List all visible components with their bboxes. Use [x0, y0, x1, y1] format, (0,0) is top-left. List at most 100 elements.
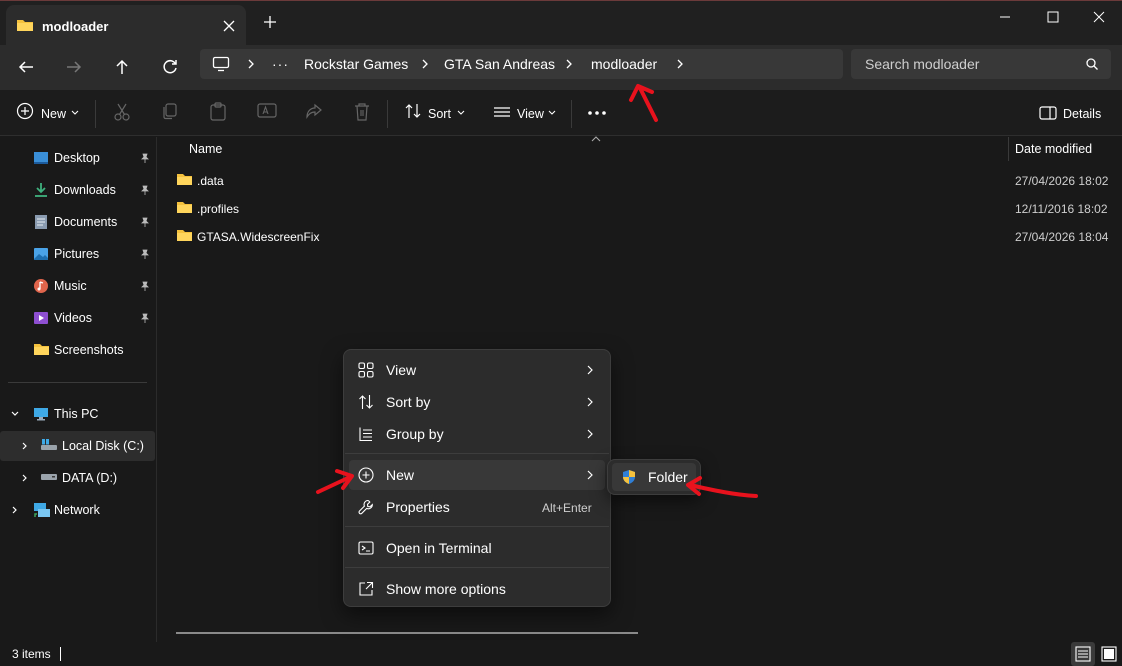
refresh-icon[interactable]	[158, 55, 182, 79]
pin-icon[interactable]	[140, 313, 150, 323]
pin-icon[interactable]	[140, 281, 150, 291]
menu-item-sort-by[interactable]: Sort by	[349, 387, 605, 417]
file-date: 27/04/2026 18:02	[1015, 174, 1109, 188]
file-row[interactable]: .profiles 12/11/2016 18:02	[174, 194, 1122, 222]
file-row[interactable]: GTASA.WidescreenFix 27/04/2026 18:04	[174, 222, 1122, 250]
search-box[interactable]: Search modloader	[851, 49, 1111, 79]
close-window-button[interactable]	[1076, 7, 1122, 27]
windows-drive-icon	[40, 438, 58, 452]
new-icon[interactable]	[16, 102, 34, 120]
sidebar-item-local-disk-c[interactable]: Local Disk (C:)	[0, 431, 155, 461]
share-icon[interactable]	[305, 102, 323, 120]
new-submenu: Folder	[607, 459, 701, 495]
file-date: 12/11/2016 18:02	[1015, 202, 1108, 216]
context-menu: View Sort by Group by New Properties Alt…	[343, 349, 611, 607]
maximize-button[interactable]	[1030, 7, 1076, 27]
sidebar-item-music[interactable]: Music	[0, 271, 155, 301]
sidebar-item-pictures[interactable]: Pictures	[0, 239, 155, 269]
sidebar-item-documents[interactable]: Documents	[0, 207, 155, 237]
sidebar-item-videos[interactable]: Videos	[0, 303, 155, 333]
menu-item-label: Open in Terminal	[386, 540, 492, 556]
drive-icon	[40, 472, 58, 482]
sort-icon[interactable]	[404, 102, 422, 120]
pin-icon[interactable]	[140, 185, 150, 195]
search-icon[interactable]	[1085, 57, 1099, 71]
breadcrumb-modloader[interactable]: modloader	[591, 56, 657, 72]
delete-icon[interactable]	[353, 102, 371, 122]
sidebar-item-label: Local Disk (C:)	[62, 439, 144, 453]
sort-button[interactable]: Sort	[428, 107, 451, 121]
more-options-icon[interactable]	[587, 110, 607, 116]
chevron-right-icon[interactable]	[246, 57, 256, 71]
chevron-right-icon	[585, 364, 595, 376]
tab-close-icon[interactable]	[219, 16, 239, 36]
menu-item-properties[interactable]: Properties Alt+Enter	[349, 492, 605, 522]
sidebar-item-downloads[interactable]: Downloads	[0, 175, 155, 205]
column-header-name[interactable]: Name	[189, 142, 222, 156]
menu-item-new[interactable]: New	[349, 460, 605, 490]
menu-item-show-more-options[interactable]: Show more options	[349, 574, 605, 604]
sidebar-item-screenshots[interactable]: Screenshots	[0, 335, 155, 365]
breadcrumb-gta-san-andreas[interactable]: GTA San Andreas	[444, 56, 555, 72]
file-row[interactable]: .data 27/04/2026 18:02	[174, 166, 1122, 194]
breadcrumb-overflow[interactable]: ···	[272, 56, 289, 72]
new-tab-button[interactable]	[262, 14, 278, 30]
column-divider[interactable]	[1008, 137, 1009, 161]
file-date: 27/04/2026 18:04	[1015, 230, 1109, 244]
column-header-date-modified[interactable]: Date modified	[1015, 142, 1092, 156]
back-arrow-icon[interactable]	[14, 55, 38, 79]
chevron-down-icon[interactable]	[70, 109, 80, 117]
network-icon	[33, 502, 51, 518]
pin-icon[interactable]	[140, 217, 150, 227]
minimize-button[interactable]	[982, 7, 1028, 27]
sidebar-item-desktop[interactable]: Desktop	[0, 143, 155, 173]
pin-icon[interactable]	[140, 249, 150, 259]
chevron-right-icon[interactable]	[20, 473, 30, 483]
menu-separator	[345, 567, 609, 568]
chevron-down-icon[interactable]	[456, 109, 466, 117]
chevron-right-icon[interactable]	[675, 57, 685, 71]
details-pane-icon[interactable]	[1039, 106, 1057, 120]
menu-separator	[345, 453, 609, 454]
details-button[interactable]: Details	[1063, 107, 1101, 121]
tab-modloader[interactable]: modloader	[6, 5, 246, 46]
paste-icon[interactable]	[209, 102, 227, 122]
sidebar-item-label: Network	[54, 503, 100, 517]
monitor-icon[interactable]	[212, 56, 230, 72]
up-arrow-icon[interactable]	[110, 55, 134, 79]
chevron-right-icon[interactable]	[20, 441, 30, 451]
horizontal-scrollbar[interactable]	[176, 632, 638, 634]
address-bar[interactable]: ··· Rockstar Games GTA San Andreas modlo…	[200, 49, 843, 79]
navigation-bar: ··· Rockstar Games GTA San Andreas modlo…	[0, 45, 1122, 90]
copy-icon[interactable]	[161, 102, 179, 120]
cut-icon[interactable]	[113, 102, 131, 122]
new-button[interactable]: New	[41, 107, 66, 121]
tiles-view-button[interactable]	[1097, 642, 1121, 666]
details-view-button[interactable]	[1071, 642, 1095, 666]
shield-icon	[621, 469, 637, 485]
file-name: GTASA.WidescreenFix	[197, 230, 320, 244]
divider	[571, 100, 572, 128]
search-input[interactable]: Search modloader	[865, 56, 979, 72]
rename-icon[interactable]	[257, 102, 277, 120]
menu-item-view[interactable]: View	[349, 355, 605, 385]
menu-item-open-in-terminal[interactable]: Open in Terminal	[349, 533, 605, 563]
chevron-right-icon[interactable]	[10, 505, 20, 515]
sidebar-item-network[interactable]: Network	[0, 495, 155, 525]
menu-item-folder[interactable]: Folder	[612, 463, 696, 491]
chevron-down-icon[interactable]	[10, 409, 20, 419]
view-button[interactable]: View	[517, 107, 544, 121]
menu-item-group-by[interactable]: Group by	[349, 419, 605, 449]
sidebar-item-label: Videos	[54, 311, 92, 325]
sidebar-item-data-d[interactable]: DATA (D:)	[0, 463, 155, 493]
chevron-right-icon[interactable]	[564, 57, 574, 71]
sidebar-item-this-pc[interactable]: This PC	[0, 399, 155, 429]
chevron-down-icon[interactable]	[547, 109, 557, 117]
view-lines-icon[interactable]	[493, 106, 511, 118]
forward-arrow-icon[interactable]	[62, 55, 86, 79]
wrench-icon	[358, 499, 374, 515]
pin-icon[interactable]	[140, 153, 150, 163]
chevron-right-icon	[585, 396, 595, 408]
chevron-right-icon[interactable]	[420, 57, 430, 71]
breadcrumb-rockstar-games[interactable]: Rockstar Games	[304, 56, 408, 72]
